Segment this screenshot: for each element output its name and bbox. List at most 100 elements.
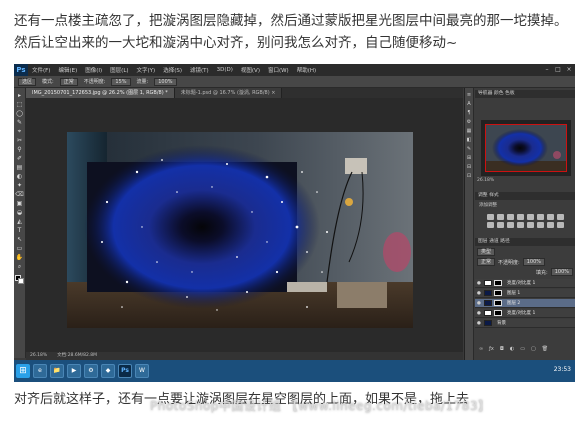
black-white-icon[interactable]	[557, 214, 564, 220]
visibility-eye-icon[interactable]: ●	[477, 281, 482, 286]
delete-layer-icon[interactable]: 🗑	[542, 346, 548, 352]
layer-mask-thumbnail[interactable]	[494, 310, 502, 316]
taskbar-explorer-icon[interactable]: 📁	[50, 364, 64, 378]
taskbar-app-icon[interactable]: ◆	[101, 364, 115, 378]
gradient-tool-icon[interactable]: ▣	[15, 200, 24, 208]
history-brush-tool-icon[interactable]: ◐	[15, 173, 24, 181]
minimize-icon[interactable]: –	[543, 66, 551, 73]
menu-3d[interactable]: 3D(D)	[213, 67, 237, 73]
invert-icon[interactable]	[517, 222, 524, 228]
healing-tool-icon[interactable]: ⚲	[15, 146, 24, 154]
new-group-icon[interactable]: ▭	[520, 346, 525, 352]
character-icon[interactable]: A	[466, 101, 472, 107]
actions-icon[interactable]: ⊞	[466, 155, 472, 161]
maximize-icon[interactable]: □	[554, 66, 562, 73]
swatches-icon[interactable]: ▦	[466, 128, 472, 134]
type-tool-icon[interactable]: T	[15, 227, 24, 235]
layer-blend-mode[interactable]: 正常	[477, 258, 496, 266]
layer-comps-icon[interactable]: ⊟	[466, 164, 472, 170]
visibility-eye-icon[interactable]: ●	[477, 321, 482, 326]
menu-edit[interactable]: 编辑(E)	[54, 66, 81, 74]
photo-filter-icon[interactable]	[487, 222, 494, 228]
layer-row-selected[interactable]: ● 图层 2	[475, 299, 575, 308]
tool-presets-icon[interactable]: ⚙	[466, 119, 472, 125]
taskbar-media-icon[interactable]: ▶	[67, 364, 81, 378]
eyedropper-tool-icon[interactable]: ✂	[15, 137, 24, 145]
navigator-panel-header[interactable]: 导航器 颜色 色板	[475, 90, 575, 98]
hue-saturation-icon[interactable]	[537, 214, 544, 220]
menu-image[interactable]: 图像(I)	[81, 66, 106, 74]
menu-select[interactable]: 选择(S)	[159, 66, 186, 74]
info-icon[interactable]: ⊡	[466, 173, 472, 179]
system-clock[interactable]: 23:53	[554, 366, 571, 373]
layer-style-icon[interactable]: ƒx	[489, 346, 494, 352]
color-swatches[interactable]	[14, 275, 25, 285]
marquee-tool-icon[interactable]: ⬚	[15, 101, 24, 109]
curves-icon[interactable]	[507, 214, 514, 220]
history-icon[interactable]: ≡	[466, 92, 472, 98]
quick-select-tool-icon[interactable]: ✎	[15, 119, 24, 127]
exposure-icon[interactable]	[517, 214, 524, 220]
menu-window[interactable]: 窗口(W)	[264, 66, 293, 74]
lasso-tool-icon[interactable]: ◯	[15, 110, 24, 118]
navigator-panel[interactable]	[481, 120, 571, 176]
color-lookup-icon[interactable]	[507, 222, 514, 228]
adjustments-panel-header[interactable]: 调整 样式	[475, 192, 575, 200]
layer-kind-filter[interactable]: 类型	[477, 248, 496, 256]
menu-layer[interactable]: 图层(L)	[106, 66, 132, 74]
zoom-tool-icon[interactable]: ⌕	[15, 263, 24, 271]
gradient-map-icon[interactable]	[547, 222, 554, 228]
path-select-tool-icon[interactable]: ↖	[15, 236, 24, 244]
brush-icon[interactable]: ✎	[466, 146, 472, 152]
new-adjustment-icon[interactable]: ◐	[510, 346, 514, 352]
properties-icon[interactable]: ◧	[466, 137, 472, 143]
layer-row[interactable]: ● 亮度/对比度 1	[475, 279, 575, 288]
levels-icon[interactable]	[497, 214, 504, 220]
color-balance-icon[interactable]	[547, 214, 554, 220]
navigator-zoom[interactable]: 26.18%	[477, 178, 494, 183]
layers-panel-header[interactable]: 图层 通道 路径	[475, 238, 575, 246]
hand-tool-icon[interactable]: ✋	[15, 254, 24, 262]
navigator-thumbnail[interactable]	[485, 124, 567, 172]
visibility-eye-icon[interactable]: ●	[477, 291, 482, 296]
layer-mask-thumbnail[interactable]	[494, 280, 502, 286]
layer-row[interactable]: ● 背景	[475, 319, 575, 328]
layer-mask-thumbnail[interactable]	[494, 290, 502, 296]
layer-row[interactable]: ● 图层 1	[475, 289, 575, 298]
layer-row[interactable]: ● 亮度/对比度 1	[475, 309, 575, 318]
visibility-eye-icon[interactable]: ●	[477, 301, 482, 306]
layer-fill-field[interactable]: 100%	[550, 268, 573, 276]
pen-tool-icon[interactable]: ◭	[15, 218, 24, 226]
add-mask-icon[interactable]: ◘	[500, 346, 504, 352]
flow-field[interactable]: 100%	[154, 77, 177, 86]
close-icon[interactable]: ×	[565, 66, 573, 73]
menu-type[interactable]: 文字(Y)	[133, 66, 160, 74]
layer-opacity-field[interactable]: 100%	[522, 258, 545, 266]
menu-help[interactable]: 帮助(H)	[293, 66, 320, 74]
move-tool-icon[interactable]: ▸	[15, 92, 24, 100]
background-color-swatch[interactable]	[17, 278, 24, 284]
document-tab[interactable]: 未标题-1.psd @ 16.7% (漩涡, RGB/8) ×	[174, 88, 283, 98]
brush-preset-picker[interactable]: 选区	[18, 77, 37, 86]
background-eraser-tool-icon[interactable]: ⌫	[15, 191, 24, 199]
new-layer-icon[interactable]: ▢	[531, 346, 536, 352]
paragraph-icon[interactable]: ¶	[466, 110, 472, 116]
crop-tool-icon[interactable]: ⌖	[15, 128, 24, 136]
taskbar-word-icon[interactable]: W	[135, 364, 149, 378]
taskbar-browser-icon[interactable]: e	[33, 364, 47, 378]
posterize-icon[interactable]	[527, 222, 534, 228]
canvas-area[interactable]	[26, 98, 463, 352]
mode-select[interactable]: 正常	[59, 77, 78, 86]
eraser-tool-icon[interactable]: ✦	[15, 182, 24, 190]
menu-view[interactable]: 视图(V)	[237, 66, 264, 74]
brush-tool-icon[interactable]: ✐	[15, 155, 24, 163]
layer-mask-thumbnail[interactable]	[494, 300, 502, 306]
taskbar-photoshop-icon[interactable]: Ps	[118, 364, 132, 378]
visibility-eye-icon[interactable]: ●	[477, 311, 482, 316]
document-tab-active[interactable]: IMG_20150701_172653.jpg @ 26.2% (图层 1, R…	[26, 88, 175, 98]
dodge-tool-icon[interactable]: ◒	[15, 209, 24, 217]
channel-mixer-icon[interactable]	[497, 222, 504, 228]
opacity-field[interactable]: 15%	[111, 77, 131, 86]
link-layers-icon[interactable]: ∞	[479, 346, 483, 352]
taskbar-settings-icon[interactable]: ⚙	[84, 364, 98, 378]
